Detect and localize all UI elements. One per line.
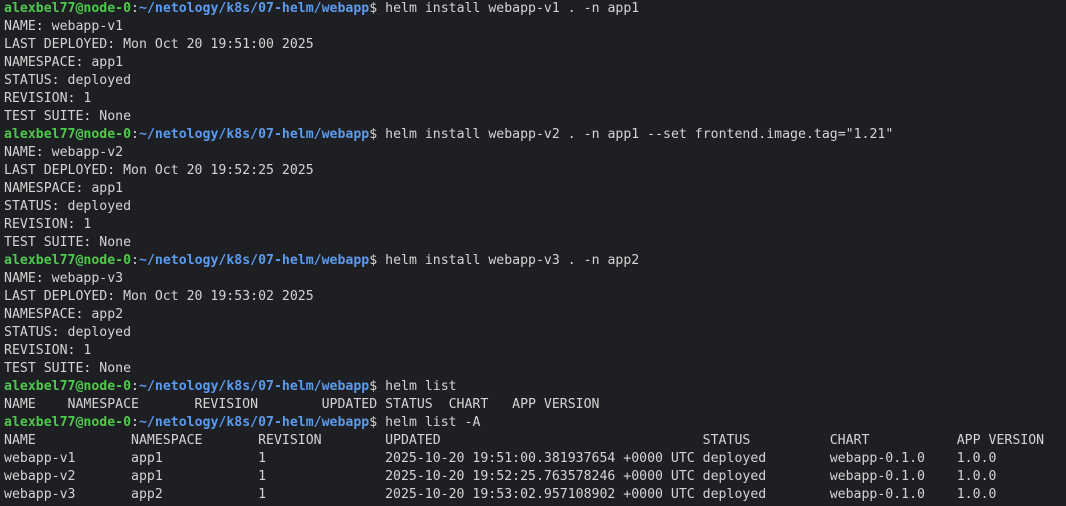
output-line: webapp-v2 app1 1 2025-10-20 19:52:25.763… bbox=[4, 469, 997, 484]
output-line: TEST SUITE: None bbox=[4, 235, 132, 250]
prompt-user-host: alexbel77@node-0 bbox=[4, 127, 132, 142]
output-line: NAME NAMESPACE REVISION UPDATED STATUS C… bbox=[4, 397, 600, 412]
prompt-line: alexbel77@node-0:~/netology/k8s/07-helm/… bbox=[4, 414, 1066, 432]
prompt-colon: : bbox=[131, 253, 139, 268]
output-line: NAMESPACE: app1 bbox=[4, 55, 124, 70]
prompt-path: ~/netology/k8s/07-helm/webapp bbox=[139, 415, 370, 430]
output-line: REVISION: 1 bbox=[4, 343, 92, 358]
output-line: STATUS: deployed bbox=[4, 199, 132, 214]
prompt-colon: : bbox=[131, 379, 139, 394]
prompt-user-host: alexbel77@node-0 bbox=[4, 1, 132, 16]
output-line: TEST SUITE: None bbox=[4, 361, 132, 376]
output-line: NAMESPACE: app1 bbox=[4, 181, 124, 196]
output-line: webapp-v1 app1 1 2025-10-20 19:51:00.381… bbox=[4, 451, 997, 466]
output-line: REVISION: 1 bbox=[4, 217, 92, 232]
prompt-line: alexbel77@node-0:~/netology/k8s/07-helm/… bbox=[4, 126, 1066, 144]
prompt-path: ~/netology/k8s/07-helm/webapp bbox=[139, 1, 370, 16]
command-text: helm list bbox=[385, 379, 457, 394]
prompt-symbol: $ bbox=[369, 253, 386, 268]
output-line: LAST DEPLOYED: Mon Oct 20 19:52:25 2025 bbox=[4, 163, 314, 178]
prompt-symbol: $ bbox=[369, 379, 386, 394]
output-line: REVISION: 1 bbox=[4, 91, 92, 106]
command-text: helm install webapp-v3 . -n app2 bbox=[385, 253, 640, 268]
command-text: helm list -A bbox=[385, 415, 481, 430]
prompt-symbol: $ bbox=[369, 127, 386, 142]
output-line: LAST DEPLOYED: Mon Oct 20 19:53:02 2025 bbox=[4, 289, 314, 304]
output-line: STATUS: deployed bbox=[4, 325, 132, 340]
prompt-user-host: alexbel77@node-0 bbox=[4, 379, 132, 394]
output-line: NAME NAMESPACE REVISION UPDATED STATUS C… bbox=[4, 433, 1045, 448]
prompt-symbol: $ bbox=[369, 1, 386, 16]
prompt-colon: : bbox=[131, 127, 139, 142]
prompt-user-host: alexbel77@node-0 bbox=[4, 253, 132, 268]
command-text: helm install webapp-v2 . -n app1 --set f… bbox=[385, 127, 894, 142]
output-line: STATUS: deployed bbox=[4, 73, 132, 88]
prompt-colon: : bbox=[131, 1, 139, 16]
prompt-colon: : bbox=[131, 415, 139, 430]
output-line: LAST DEPLOYED: Mon Oct 20 19:51:00 2025 bbox=[4, 37, 314, 52]
prompt-line: alexbel77@node-0:~/netology/k8s/07-helm/… bbox=[4, 0, 1066, 18]
output-line: webapp-v3 app2 1 2025-10-20 19:53:02.957… bbox=[4, 487, 997, 502]
prompt-path: ~/netology/k8s/07-helm/webapp bbox=[139, 379, 370, 394]
prompt-user-host: alexbel77@node-0 bbox=[4, 415, 132, 430]
output-line: NAMESPACE: app2 bbox=[4, 307, 124, 322]
command-text: helm install webapp-v1 . -n app1 bbox=[385, 1, 640, 16]
output-line: NAME: webapp-v1 bbox=[4, 19, 124, 34]
prompt-path: ~/netology/k8s/07-helm/webapp bbox=[139, 253, 370, 268]
prompt-line: alexbel77@node-0:~/netology/k8s/07-helm/… bbox=[4, 252, 1066, 270]
prompt-symbol: $ bbox=[369, 415, 386, 430]
output-line: NAME: webapp-v3 bbox=[4, 271, 124, 286]
prompt-path: ~/netology/k8s/07-helm/webapp bbox=[139, 127, 370, 142]
terminal-window[interactable]: alexbel77@node-0:~/netology/k8s/07-helm/… bbox=[0, 0, 1066, 506]
output-line: NAME: webapp-v2 bbox=[4, 145, 124, 160]
output-line: TEST SUITE: None bbox=[4, 109, 132, 124]
prompt-line: alexbel77@node-0:~/netology/k8s/07-helm/… bbox=[4, 378, 1066, 396]
